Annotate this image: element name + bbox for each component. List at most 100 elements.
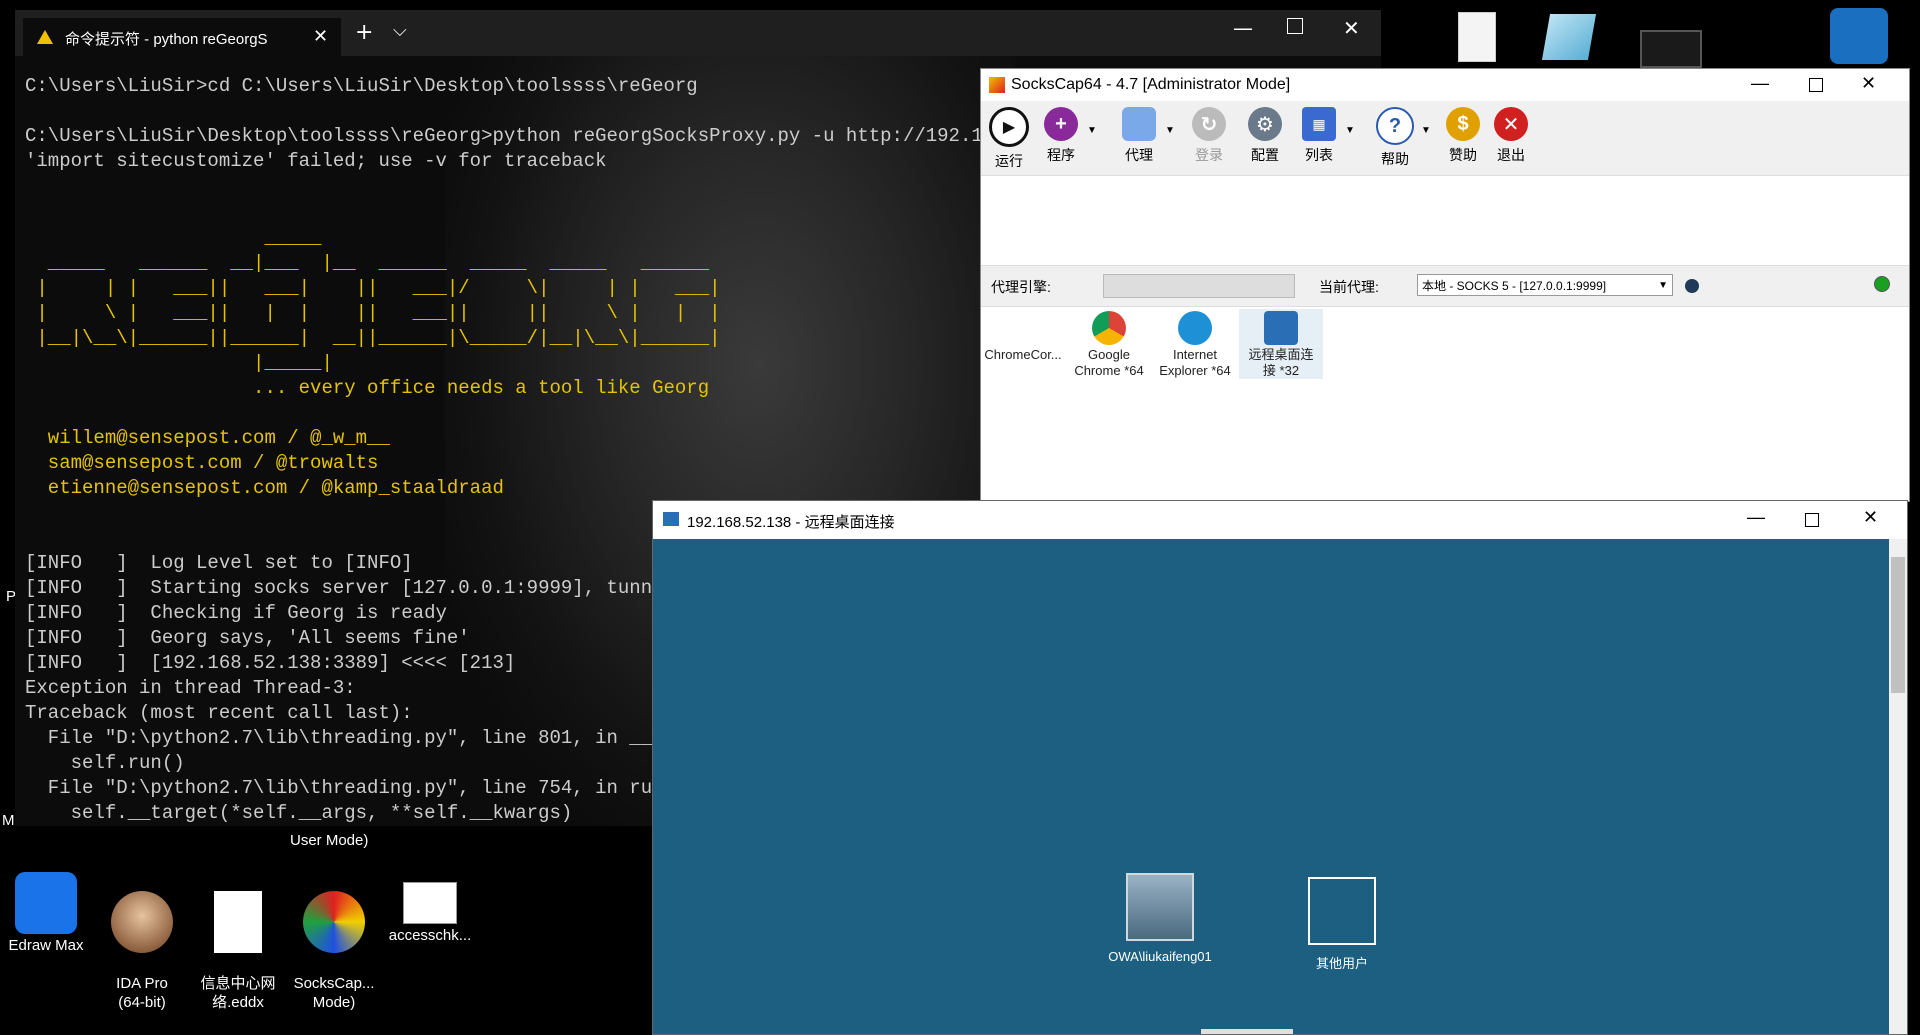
- desktop-icon-accesschk[interactable]: accesschk...: [384, 872, 476, 945]
- help-button[interactable]: ? 帮助: [1371, 107, 1419, 169]
- exit-button[interactable]: ✕ 退出: [1487, 107, 1535, 165]
- credit-line: willem@sensepost.com / @_w_m__: [25, 427, 390, 449]
- login-label: 登录: [1195, 147, 1223, 163]
- app-item-chrome[interactable]: Google Chrome *64: [1067, 309, 1151, 379]
- other-user-icon: [1308, 877, 1376, 945]
- desktop-fragment-m: M: [2, 812, 15, 829]
- login-icon: ↻: [1192, 107, 1226, 141]
- app-label: Internet Explorer *64: [1159, 347, 1231, 378]
- help-label: 帮助: [1381, 151, 1409, 167]
- desktop-icon-label: 信息中心网 络.eddx: [200, 975, 276, 1011]
- ascii-art-line: | \ | ___|| | | || ___|| || \ | | |: [25, 302, 721, 324]
- terminal-line: C:\Users\LiuSir\Desktop\toolssss\reGeorg…: [25, 125, 1017, 147]
- rdp-icon: [1264, 311, 1298, 345]
- ascii-art-line: |_____|: [25, 352, 333, 374]
- app-label: ChromeCor...: [984, 347, 1062, 362]
- close-icon[interactable]: ✕: [1343, 16, 1360, 40]
- terminal-tab[interactable]: 命令提示符 - python reGeorgS ✕: [23, 18, 341, 56]
- ascii-art-line: | | | ___|| ___| || ___|/ \| | | ___|: [25, 277, 721, 299]
- log-line: File "D:\python2.7\lib\threading.py", li…: [25, 777, 664, 799]
- help-icon: ?: [1376, 107, 1414, 145]
- eddx-file-icon: [214, 891, 262, 953]
- log-line: [INFO ] Checking if Georg is ready: [25, 602, 447, 624]
- program-button[interactable]: + 程序: [1037, 107, 1085, 165]
- proxy-engine-label: 代理引擎:: [991, 279, 1051, 295]
- desktop-icon-label: SocksCap... Mode): [293, 975, 375, 1011]
- rdp-title-bar: 192.168.52.138 - 远程桌面连接 — ✕: [653, 501, 1907, 539]
- minimize-icon[interactable]: —: [1747, 507, 1765, 528]
- sockscap-window[interactable]: SocksCap64 - 4.7 [Administrator Mode] — …: [980, 68, 1910, 502]
- gear-icon: ⚙: [1248, 107, 1282, 141]
- desktop-icon-label: Edraw Max: [8, 937, 84, 954]
- proxy-button[interactable]: 代理: [1115, 107, 1163, 165]
- config-label: 配置: [1251, 147, 1279, 163]
- status-dot-icon: [1874, 276, 1890, 292]
- rdp-icon: [663, 512, 679, 526]
- app-item-rdp[interactable]: 远程桌面连 接 *32: [1239, 309, 1323, 379]
- current-proxy-value: 本地 - SOCKS 5 - [127.0.0.1:9999]: [1422, 279, 1607, 293]
- credit-line: etienne@sensepost.com / @kamp_staaldraad: [25, 477, 504, 499]
- desktop-icon-ida-pro[interactable]: IDA Pro (64-bit): [96, 872, 188, 1031]
- scroll-thumb[interactable]: [1891, 557, 1905, 693]
- rdp-window[interactable]: 192.168.52.138 - 远程桌面连接 — ✕ OWA\liukaife…: [652, 500, 1908, 1035]
- exit-label: 退出: [1497, 147, 1525, 163]
- app-icon[interactable]: [1830, 8, 1888, 64]
- edraw-icon: [15, 872, 77, 934]
- list-icon: ▦: [1302, 107, 1336, 141]
- proxy-label: 代理: [1125, 147, 1153, 163]
- sockscap-icon: [303, 891, 365, 953]
- desktop-icon-eddx-file[interactable]: 信息中心网 络.eddx: [192, 872, 284, 1031]
- chevron-down-icon[interactable]: ▼: [1165, 125, 1175, 136]
- desktop-icon-label: accesschk...: [388, 927, 472, 944]
- ie-icon: [1178, 311, 1212, 345]
- login-button[interactable]: ↻ 登录: [1185, 107, 1233, 165]
- desktop-icon-sockscap[interactable]: SocksCap... Mode): [288, 872, 380, 1031]
- minimize-icon[interactable]: —: [1751, 73, 1769, 94]
- current-proxy-label: 当前代理:: [1319, 279, 1379, 295]
- log-line: [INFO ] Starting socks server [127.0.0.1…: [25, 577, 675, 599]
- sponsor-button[interactable]: $ 赞助: [1439, 107, 1487, 165]
- chevron-down-icon[interactable]: ▼: [1087, 125, 1097, 136]
- maximize-icon[interactable]: [1809, 78, 1823, 92]
- list-label: 列表: [1305, 147, 1333, 163]
- maximize-icon[interactable]: [1805, 513, 1819, 527]
- close-icon[interactable]: ✕: [1863, 507, 1878, 528]
- desktop-icon-edraw-max[interactable]: Edraw Max: [0, 872, 92, 955]
- scrollbar[interactable]: [1889, 539, 1907, 1034]
- user-label: OWA\liukaifeng01: [1108, 949, 1212, 964]
- credit-line: sam@sensepost.com / @trowalts: [25, 452, 379, 474]
- log-line: self.run(): [25, 752, 185, 774]
- run-button[interactable]: ▶ 运行: [985, 107, 1033, 171]
- proxy-engine-select[interactable]: [1103, 274, 1295, 298]
- sockscap-title-bar: SocksCap64 - 4.7 [Administrator Mode] — …: [981, 69, 1909, 101]
- chevron-down-icon[interactable]: ▼: [1345, 125, 1355, 136]
- terminal-icon: [37, 30, 53, 44]
- app-item-ie[interactable]: Internet Explorer *64: [1153, 309, 1237, 379]
- chevron-down-icon[interactable]: ▼: [1421, 125, 1431, 136]
- play-icon: ▶: [989, 107, 1029, 147]
- chevron-down-icon[interactable]: ⌵: [393, 20, 407, 41]
- user-tile-other[interactable]: 其他用户: [1277, 877, 1407, 972]
- maximize-icon[interactable]: [1287, 18, 1303, 34]
- sponsor-label: 赞助: [1449, 147, 1477, 163]
- new-tab-icon[interactable]: +: [355, 20, 373, 45]
- ascii-art-line: _____ ______ __|___ |__ ______ _____ ___…: [25, 252, 710, 274]
- chrome-icon: [1092, 311, 1126, 345]
- close-icon[interactable]: ✕: [1861, 73, 1876, 94]
- config-button[interactable]: ⚙ 配置: [1241, 107, 1289, 165]
- user-tile-liukaifeng01[interactable]: OWA\liukaifeng01: [1095, 873, 1225, 964]
- file-icon[interactable]: [1458, 12, 1496, 62]
- minimize-icon[interactable]: —: [1233, 16, 1253, 40]
- proxy-info-icon[interactable]: [1685, 279, 1699, 293]
- log-line: [INFO ] Georg says, 'All seems fine': [25, 627, 470, 649]
- current-proxy-select[interactable]: 本地 - SOCKS 5 - [127.0.0.1:9999] ▼: [1417, 274, 1673, 296]
- exit-icon: ✕: [1494, 107, 1528, 141]
- desktop-fragment-user-mode: User Mode): [290, 832, 369, 849]
- close-tab-icon[interactable]: ✕: [313, 26, 328, 47]
- app-item-chromecore[interactable]: ChromeCor...: [981, 309, 1065, 363]
- list-button[interactable]: ▦ 列表: [1295, 107, 1343, 165]
- video-icon[interactable]: [1640, 30, 1702, 68]
- ascii-art-line: _____: [25, 227, 322, 249]
- sockscap-logo-icon: [989, 77, 1005, 93]
- notepad-icon[interactable]: [1541, 14, 1597, 60]
